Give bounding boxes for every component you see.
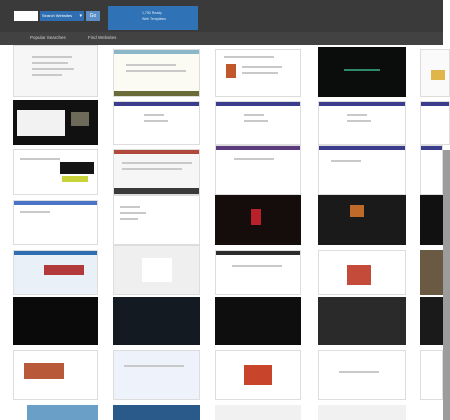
template-thumbnail-grid	[0, 45, 450, 420]
template-thumbnail[interactable]	[13, 200, 98, 245]
template-thumbnail[interactable]	[318, 145, 406, 195]
template-thumbnail[interactable]	[420, 350, 443, 400]
chevron-down-icon: ▾	[79, 13, 82, 19]
template-thumbnail[interactable]	[420, 101, 450, 145]
template-thumbnail[interactable]	[215, 101, 301, 145]
template-thumbnail[interactable]	[113, 49, 200, 97]
template-thumbnail[interactable]	[420, 250, 443, 295]
promo-line1: 1,750 Ready	[142, 11, 162, 15]
template-thumbnail[interactable]	[13, 250, 98, 295]
template-thumbnail[interactable]	[318, 250, 406, 295]
template-thumbnail[interactable]	[113, 149, 200, 195]
template-thumbnail[interactable]	[420, 145, 443, 195]
template-thumbnail[interactable]	[113, 245, 200, 295]
top-toolbar: Search Websites ▾ Go 1,750 Ready Web Tem…	[0, 0, 443, 32]
template-thumbnail[interactable]	[215, 297, 301, 345]
template-thumbnail[interactable]	[318, 195, 406, 245]
search-input[interactable]	[14, 11, 38, 21]
subnav-link-find[interactable]: Find Websites	[88, 35, 116, 40]
promo-banner[interactable]: 1,750 Ready Web Templates	[108, 6, 198, 30]
template-thumbnail[interactable]	[318, 350, 406, 400]
template-thumbnail[interactable]	[318, 297, 406, 345]
template-thumbnail[interactable]	[215, 145, 301, 195]
template-thumbnail[interactable]	[113, 350, 200, 400]
template-thumbnail[interactable]	[420, 49, 450, 97]
template-thumbnail[interactable]	[215, 49, 301, 97]
search-scope-label: Search Websites	[42, 13, 73, 18]
template-thumbnail[interactable]	[27, 405, 98, 420]
template-thumbnail[interactable]	[113, 297, 200, 345]
template-thumbnail[interactable]	[318, 101, 406, 145]
template-thumbnail[interactable]	[318, 405, 406, 420]
template-thumbnail[interactable]	[113, 101, 200, 145]
template-thumbnail[interactable]	[13, 350, 98, 400]
template-thumbnail[interactable]	[318, 47, 406, 97]
template-thumbnail[interactable]	[113, 405, 200, 420]
template-thumbnail[interactable]	[13, 45, 98, 97]
go-button[interactable]: Go	[86, 11, 100, 21]
scrollbar[interactable]	[443, 150, 450, 420]
template-thumbnail[interactable]	[13, 149, 98, 195]
template-thumbnail[interactable]	[215, 195, 301, 245]
template-thumbnail[interactable]	[420, 195, 443, 245]
template-thumbnail[interactable]	[13, 297, 98, 345]
template-thumbnail[interactable]	[420, 297, 443, 345]
sub-navigation: Popular Searches Find Websites	[0, 32, 443, 45]
template-thumbnail[interactable]	[113, 195, 200, 245]
promo-line2: Web Templates	[142, 17, 166, 21]
subnav-link-popular[interactable]: Popular Searches	[30, 35, 66, 40]
template-thumbnail[interactable]	[215, 250, 301, 295]
template-thumbnail[interactable]	[215, 405, 301, 420]
template-thumbnail[interactable]	[13, 100, 98, 145]
template-thumbnail[interactable]	[215, 350, 301, 400]
search-scope-select[interactable]: Search Websites ▾	[40, 11, 84, 21]
